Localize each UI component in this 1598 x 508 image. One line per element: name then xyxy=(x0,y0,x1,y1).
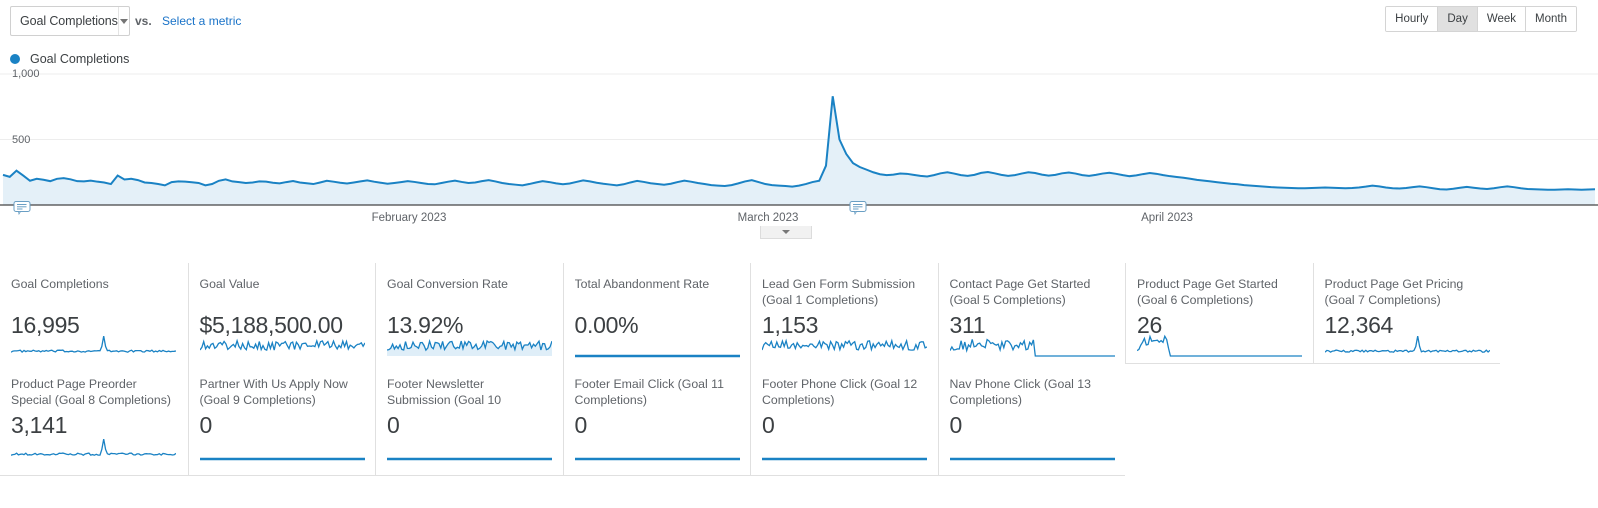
metric-card-title: Goal Completions xyxy=(11,277,109,291)
metric-card-title: Product Page Preorder Special (Goal 8 Co… xyxy=(11,377,171,407)
metric-card-sparkline xyxy=(199,338,365,352)
axis-expand-dropdown[interactable] xyxy=(760,226,812,239)
annotation-marker-icon[interactable] xyxy=(13,201,31,216)
metric-card-sparkline xyxy=(1324,335,1490,353)
metric-card-sparkline xyxy=(949,338,1115,357)
chart-toolbar: Goal Completions vs. Select a metric Hou… xyxy=(0,0,1598,44)
metric-card[interactable]: Nav Phone Click (Goal 13 Completions) 0 xyxy=(937,363,1125,475)
goal-completions-timeline-chart[interactable]: 500 1,000 xyxy=(0,68,1598,235)
metric-select-label: Goal Completions xyxy=(20,14,118,28)
cards-bottom-divider xyxy=(0,475,1125,476)
chart-svg xyxy=(0,73,1598,206)
metric-card-title: Total Abandonment Rate xyxy=(574,277,710,291)
granularity-button-day[interactable]: Day xyxy=(1438,7,1478,31)
y-axis-tick-label: 500 xyxy=(12,133,31,146)
metric-card-sparkline xyxy=(387,338,552,356)
y-axis-tick-label: 1,000 xyxy=(12,68,40,80)
metric-card-title: Footer Newsletter Submission (Goal 10 Co… xyxy=(387,377,502,409)
metric-card[interactable]: Lead Gen Form Submission (Goal 1 Complet… xyxy=(750,263,938,363)
granularity-button-hourly[interactable]: Hourly xyxy=(1386,7,1439,31)
metric-card-sparkline xyxy=(11,335,176,354)
metric-card-title: Footer Email Click (Goal 11 Completions) xyxy=(574,377,724,407)
chevron-down-icon xyxy=(782,230,790,234)
metric-card[interactable]: Product Page Preorder Special (Goal 8 Co… xyxy=(0,363,188,475)
metric-cards-row-1: Goal Completions 16,995 Goal Value $5,188,5… xyxy=(0,263,1598,363)
select-a-metric-link[interactable]: Select a metric xyxy=(162,14,241,28)
metric-card-title: Partner With Us Apply Now (Goal 9 Comple… xyxy=(199,377,348,407)
chart-area-fill xyxy=(3,96,1595,205)
metric-card[interactable]: Total Abandonment Rate 0.00% xyxy=(562,263,750,363)
metric-card[interactable]: Goal Value $5,188,500.00 xyxy=(187,263,375,363)
metric-card-title: Product Page Get Started (Goal 6 Complet… xyxy=(1137,277,1278,307)
metric-cards: Goal Completions 16,995 Goal Value $5,188,5… xyxy=(0,263,1598,476)
x-axis-tick-label: April 2023 xyxy=(1141,212,1193,224)
chart-line xyxy=(2,96,1596,191)
metric-card-sparkline xyxy=(949,457,1115,461)
metric-cards-row-2: Product Page Preorder Special (Goal 8 Co… xyxy=(0,363,1598,475)
metric-card-sparkline xyxy=(574,354,740,358)
legend-color-dot xyxy=(10,54,20,64)
chevron-down-icon xyxy=(117,7,129,35)
metric-select-dropdown[interactable]: Goal Completions xyxy=(10,6,130,36)
metric-card[interactable]: Contact Page Get Started (Goal 5 Complet… xyxy=(937,263,1125,363)
metric-card[interactable]: Footer Email Click (Goal 11 Completions)… xyxy=(562,363,750,475)
metric-card[interactable]: Product Page Get Pricing (Goal 7 Complet… xyxy=(1312,263,1500,363)
vs-label: vs. xyxy=(135,14,152,28)
metric-card[interactable]: Partner With Us Apply Now (Goal 9 Comple… xyxy=(187,363,375,475)
metric-card-sparkline xyxy=(199,457,365,461)
metric-card-title: Product Page Get Pricing (Goal 7 Complet… xyxy=(1324,277,1464,307)
metric-card-sparkline xyxy=(387,457,552,461)
metric-card-title: Contact Page Get Started (Goal 5 Complet… xyxy=(949,277,1091,307)
metric-card[interactable]: Footer Phone Click (Goal 12 Completions)… xyxy=(750,363,938,475)
metric-card-sparkline xyxy=(762,457,927,461)
granularity-button-week[interactable]: Week xyxy=(1477,7,1527,31)
metric-card[interactable]: Goal Conversion Rate 13.92% xyxy=(375,263,563,363)
metric-card-sparkline xyxy=(11,438,176,456)
metric-card-sparkline xyxy=(1137,334,1302,357)
legend-series-label: Goal Completions xyxy=(30,52,130,66)
metric-card[interactable]: Product Page Get Started (Goal 6 Complet… xyxy=(1125,263,1313,363)
metric-card-title: Lead Gen Form Submission (Goal 1 Complet… xyxy=(762,277,916,307)
metric-card-title: Goal Conversion Rate xyxy=(387,277,508,291)
x-axis-tick-label: March 2023 xyxy=(737,212,799,224)
metric-card-title: Nav Phone Click (Goal 13 Completions) xyxy=(949,377,1091,407)
metric-card-title: Goal Value xyxy=(199,277,260,291)
metric-card[interactable]: Goal Completions 16,995 xyxy=(0,263,188,363)
x-axis-tick-label: February 2023 xyxy=(371,212,447,224)
metric-card-sparkline xyxy=(574,457,740,461)
granularity-button-month[interactable]: Month xyxy=(1526,7,1576,31)
metric-card-title: Footer Phone Click (Goal 12 Completions) xyxy=(762,377,918,407)
chart-legend: Goal Completions xyxy=(10,52,129,66)
annotation-marker-icon[interactable] xyxy=(849,201,867,216)
metric-card[interactable]: Footer Newsletter Submission (Goal 10 Co… xyxy=(375,363,563,475)
metric-card-sparkline xyxy=(762,338,927,352)
granularity-button-group: Hourly Day Week Month xyxy=(1385,6,1577,32)
